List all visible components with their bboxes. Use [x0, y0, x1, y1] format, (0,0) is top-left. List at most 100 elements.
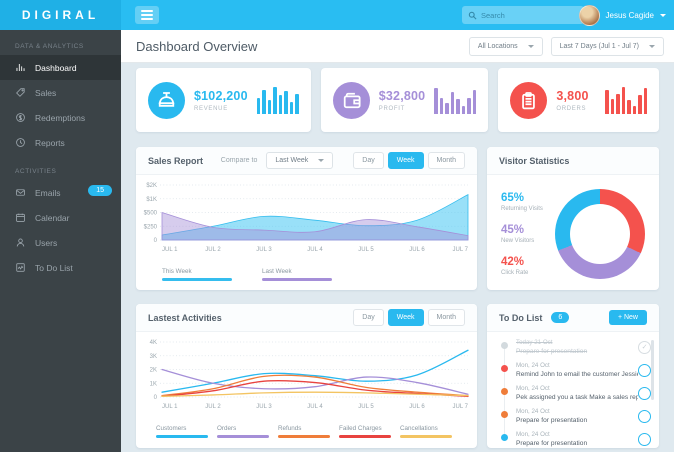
latest-activities-panel: Lastest Activities Day Week Month 0 1K 2K 3K 4…: [136, 304, 477, 448]
svg-text:JUL 3: JUL 3: [256, 247, 272, 253]
visitor-stat-label: Returning Visits: [501, 205, 543, 212]
activities-toggle-week[interactable]: Week: [387, 309, 424, 326]
sidebar-item-redemptions[interactable]: Redemptions: [0, 105, 121, 130]
todo-item: Mon, 24 Oct Prepare for presentation: [487, 404, 659, 427]
search-input[interactable]: [481, 10, 576, 20]
sidebar: DATA & ANALYTICS Dashboard Sales Redemption…: [0, 30, 121, 452]
todo-item-text: Prepare for presentation: [516, 347, 588, 355]
sidebar-item-label: Emails: [35, 187, 61, 198]
todo-item-text: Remind John to email the customer Jessie…: [516, 370, 638, 378]
visitor-donut-chart: [555, 188, 645, 279]
sidebar-item-label: To Do List: [35, 262, 73, 273]
todo-item-date: Mon, 24 Oct: [516, 407, 550, 415]
activities-toggle-group: Day Week Month: [349, 309, 465, 326]
stat-icon-circle: [148, 81, 185, 119]
stat-cards-row: $102,200 REVENUE $32,800 PROFIT 3,800 ORDERS: [136, 68, 659, 132]
visitor-stat: 45% New Visitors: [501, 224, 543, 244]
sidebar-item-sales[interactable]: Sales: [0, 80, 121, 105]
activities-toggle-day[interactable]: Day: [353, 309, 384, 326]
bar-chart-icon: [16, 63, 25, 72]
user-menu[interactable]: Jesus Cagide: [578, 4, 666, 26]
tag-icon: [16, 88, 25, 97]
clock-icon: [16, 138, 25, 147]
calendar-icon: [16, 213, 25, 222]
todo-checkbox[interactable]: [638, 386, 651, 400]
clipboard-icon: [522, 91, 536, 109]
legend-color-bar: [339, 435, 391, 438]
filter-select-0[interactable]: All Locations: [468, 36, 543, 56]
todo-scrollbar[interactable]: [651, 340, 654, 400]
svg-text:JUL 6: JUL 6: [409, 404, 425, 410]
sales-toggle-day[interactable]: Day: [353, 152, 384, 169]
sales-report-chart: 0 $250 $500 $1K $2K JUL 1 JUL 2 JUL 3 JUL 4 JUL 5…: [144, 183, 469, 253]
todo-item-body: Mon, 24 Oct Pek assigned you a task Make …: [516, 385, 638, 401]
todo-item-body: Mon, 24 Oct Prepare for presentation: [516, 408, 638, 424]
legend-color-bar: [278, 435, 330, 438]
sidebar-item-dashboard[interactable]: Dashboard: [0, 55, 121, 80]
legend-item: Refunds: [278, 425, 330, 438]
stat-value: $102,200: [194, 88, 248, 103]
sales-toggle-week[interactable]: Week: [387, 152, 424, 169]
svg-text:JUL 1: JUL 1: [162, 247, 178, 253]
todo-dot: [501, 410, 508, 418]
visitor-stat-value: 45%: [501, 223, 525, 236]
todo-item-date: Mon, 24 Oct: [516, 430, 550, 438]
todo-checkbox[interactable]: ✓: [638, 340, 651, 354]
sidebar-item-emails[interactable]: Emails 15: [0, 180, 121, 205]
activities-chart: 0 1K 2K 3K 4K JUL 1 JUL 2 JUL 3 JUL 4 JUL 5 JUL 6 J…: [150, 340, 469, 410]
todo-checkbox[interactable]: [638, 409, 651, 423]
filter-select-1[interactable]: Last 7 Days (Jul 1 - Jul 7): [550, 36, 664, 56]
visitor-stat-label: Click Rate: [501, 269, 529, 276]
legend-color-bar: [400, 435, 452, 438]
stat-text: $102,200 REVENUE: [194, 89, 248, 112]
svg-text:$500: $500: [144, 211, 158, 217]
stat-card-orders: 3,800 ORDERS: [498, 68, 659, 132]
sidebar-item-label: Users: [35, 237, 58, 248]
sales-toggle-group: Day Week Month: [349, 152, 465, 169]
sidebar-item-to-do-list[interactable]: To Do List: [0, 255, 121, 280]
chevron-down-icon: [318, 159, 325, 162]
legend-item: Last Week: [262, 268, 332, 281]
stat-card-profit: $32,800 PROFIT: [320, 68, 489, 132]
todo-checkbox[interactable]: [638, 363, 651, 377]
legend-item: Failed Charges: [339, 425, 391, 438]
filter-value: All Locations: [477, 42, 518, 50]
app-logo: DIGIRAL: [0, 0, 121, 30]
compare-select[interactable]: Last Week: [266, 152, 334, 169]
visitor-statistics-panel: Visitor Statistics 65% Returning Visits 45…: [487, 147, 659, 290]
todo-item-text: Prepare for presentation: [516, 439, 588, 447]
sidebar-item-reports[interactable]: Reports: [0, 130, 121, 155]
latest-activities-title: Lastest Activities: [148, 312, 222, 323]
search-box: [462, 6, 584, 24]
activities-toggle-month[interactable]: Month: [427, 309, 465, 326]
new-task-button[interactable]: + New: [608, 310, 647, 325]
legend-item: Orders: [217, 425, 269, 438]
visitor-stats: 65% Returning Visits 45% New Visitors 42% Cli…: [501, 192, 543, 276]
svg-text:JUL 6: JUL 6: [409, 247, 425, 253]
legend-item: This Week: [162, 268, 232, 281]
sales-report-title: Sales Report: [148, 155, 204, 166]
filter-value: Last 7 Days (Jul 1 - Jul 7): [559, 42, 639, 50]
legend-label: Failed Charges: [339, 425, 382, 432]
todo-item-text: Pek assigned you a task Make a sales rep…: [516, 393, 638, 401]
sales-toggle-month[interactable]: Month: [427, 152, 465, 169]
sidebar-item-calendar[interactable]: Calendar: [0, 205, 121, 230]
hamburger-menu-icon[interactable]: [135, 6, 159, 24]
todo-item-date: Mon, 24 Oct: [516, 361, 550, 369]
checklist-icon: [16, 263, 25, 272]
stat-label: ORDERS: [556, 105, 587, 112]
sidebar-item-users[interactable]: Users: [0, 230, 121, 255]
stat-value: $32,800: [378, 88, 426, 103]
sidebar-item-label: Reports: [35, 137, 65, 148]
todo-item-body: Mon, 24 Oct Remind John to email the cust…: [516, 362, 638, 378]
sidebar-badge: 15: [88, 185, 112, 196]
chevron-down-icon: [649, 44, 655, 48]
svg-text:$1K: $1K: [146, 197, 157, 203]
dollar-circle-icon: [16, 113, 25, 122]
svg-text:2K: 2K: [150, 368, 157, 374]
envelope-icon: [16, 189, 25, 196]
legend-label: Orders: [217, 425, 237, 432]
todo-checkbox[interactable]: [638, 432, 651, 446]
todo-item: Mon, 24 Oct Prepare for presentation: [487, 427, 659, 448]
top-header: DIGIRAL Jesus Cagide: [0, 0, 674, 30]
